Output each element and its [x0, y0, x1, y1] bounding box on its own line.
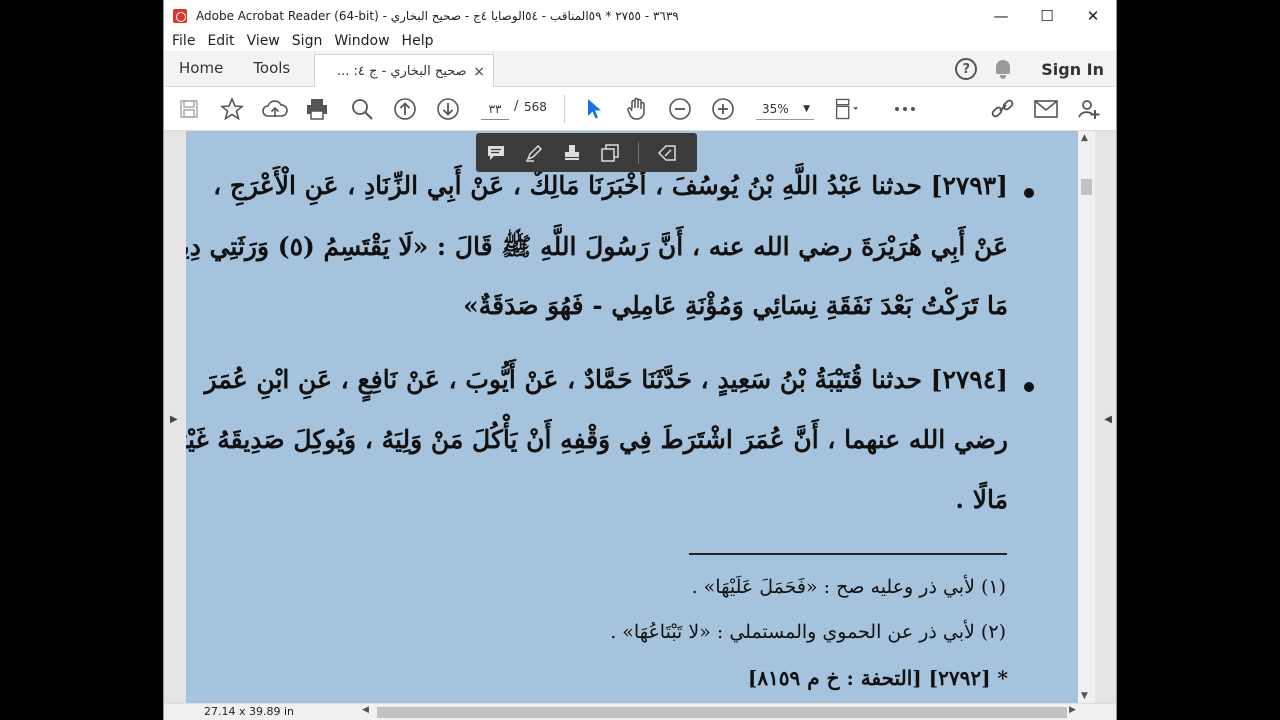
- chevron-down-icon: ▼: [803, 104, 810, 114]
- window-title: ٣٦٣٩ - ٢٧٥٥ * ٥٩المناقب - ٥٤الوصايا ٤ج -…: [196, 8, 679, 23]
- page-separator: /: [514, 99, 519, 114]
- hadith-2794-line-2: رضي الله عنهما ، أَنَّ عُمَرَ اشْتَرَطَ …: [186, 425, 1008, 454]
- print-icon[interactable]: [304, 96, 330, 122]
- page-number-input[interactable]: ٣٣: [481, 98, 509, 120]
- document-tab[interactable]: صحيح البخاري - ج ٤: ... ×: [314, 54, 494, 88]
- next-page-icon[interactable]: [435, 96, 461, 122]
- horizontal-scroll-thumb[interactable]: [377, 707, 1067, 718]
- menu-bar: File Edit View Sign Window Help: [164, 31, 1116, 51]
- expand-right-pane-icon[interactable]: ◀: [1104, 414, 1112, 425]
- title-bar: ٣٦٣٩ - ٢٧٥٥ * ٥٩المناقب - ٥٤الوصايا ٤ج -…: [164, 0, 1116, 31]
- close-tab-icon[interactable]: ×: [473, 64, 485, 80]
- hadith-2793-line-2: عَنْ أَبِي هُرَيْرَةَ رضي الله عنه ، أَن…: [186, 232, 1008, 261]
- footnote-1: (١) لأبي ذر وعليه صح : «فَحَمَلَ عَلَيْه…: [691, 576, 1006, 598]
- main-toolbar: ٣٣ / 568 35% ▼: [164, 87, 1116, 131]
- previous-page-icon[interactable]: [392, 96, 418, 122]
- menu-sign[interactable]: Sign: [292, 33, 323, 49]
- menu-help[interactable]: Help: [402, 33, 434, 49]
- zoom-in-icon[interactable]: [710, 96, 736, 122]
- bookmark-star-icon[interactable]: [219, 96, 245, 122]
- hadith-2793-line-3: مَا تَرَكْتُ بَعْدَ نَفَقَةِ نِسَائِي وَ…: [463, 291, 1008, 320]
- hadith-2793-line-1: [٢٧٩٣] حدثنا عَبْدُ اللَّهِ بْنُ يُوسُفَ…: [213, 171, 1008, 200]
- footnote-2: (٢) لأبي ذر عن الحموي والمستملي : «لا تَ…: [610, 621, 1006, 643]
- menu-view[interactable]: View: [247, 33, 280, 49]
- scroll-down-icon[interactable]: ▼: [1081, 691, 1088, 701]
- hand-tool-icon[interactable]: [624, 96, 650, 122]
- vertical-scroll-thumb[interactable]: [1081, 179, 1092, 195]
- notifications-bell-icon[interactable]: [993, 58, 1013, 80]
- help-icon[interactable]: ?: [955, 58, 978, 80]
- tab-home[interactable]: Home: [164, 50, 238, 86]
- zoom-level-value: 35%: [762, 102, 789, 116]
- email-envelope-icon[interactable]: [1033, 96, 1059, 122]
- menu-window[interactable]: Window: [334, 33, 389, 49]
- status-bar: 27.14 x 39.89 in ◀ ▶: [164, 703, 1116, 720]
- stamp-icon[interactable]: [562, 143, 582, 163]
- vertical-scrollbar[interactable]: ▲ ▼: [1078, 131, 1095, 703]
- pdf-page: [٢٧٩٣] حدثنا عَبْدُ اللَّهِ بْنُ يُوسُفَ…: [186, 131, 1078, 703]
- upload-cloud-icon[interactable]: [262, 96, 288, 122]
- acrobat-app-icon: [173, 8, 187, 23]
- comment-icon[interactable]: [486, 143, 506, 163]
- menu-file[interactable]: File: [172, 33, 195, 49]
- fit-page-icon[interactable]: [834, 96, 860, 122]
- tab-tools[interactable]: Tools: [238, 50, 305, 86]
- scroll-up-icon[interactable]: ▲: [1081, 133, 1088, 143]
- tuhfa-reference: * [٢٧٩٢] [التحفة : خ م ٨١٥٩]: [747, 666, 1008, 690]
- footnote-divider: [689, 553, 1007, 555]
- bullet-2793: [1024, 188, 1034, 198]
- menu-edit[interactable]: Edit: [207, 33, 234, 49]
- acrobat-window: ٣٦٣٩ - ٢٧٥٥ * ٥٩المناقب - ٥٤الوصايا ٤ج -…: [163, 0, 1117, 720]
- add-user-share-icon[interactable]: [1076, 96, 1102, 122]
- tab-row: Home Tools صحيح البخاري - ج ٤: ... × ? S…: [164, 50, 1116, 88]
- document-tab-label: صحيح البخاري - ج ٤: ...: [337, 64, 467, 79]
- highlight-pen-icon[interactable]: [524, 143, 544, 163]
- bullet-2794: [1024, 382, 1034, 392]
- scroll-left-icon[interactable]: ◀: [362, 705, 369, 715]
- zoom-out-icon[interactable]: [667, 96, 693, 122]
- maximize-button[interactable]: ☐: [1024, 0, 1070, 31]
- more-tools-icon[interactable]: [892, 96, 918, 122]
- document-viewport[interactable]: ▶ ◀ [٢٧٩٣] حدثنا عَبْدُ اللَّهِ بْنُ يُو…: [164, 131, 1116, 703]
- expand-left-pane-icon[interactable]: ▶: [170, 414, 178, 425]
- find-search-icon[interactable]: [349, 96, 375, 122]
- page-total: 568: [524, 100, 547, 114]
- toolbar-divider: [564, 95, 565, 123]
- page-dimensions: 27.14 x 39.89 in: [204, 705, 295, 718]
- quick-tools-divider: [638, 141, 639, 164]
- close-window-button[interactable]: ✕: [1070, 0, 1116, 31]
- hadith-2794-line-3: مَالًا .: [955, 485, 1008, 514]
- quick-tools-bar: [476, 133, 697, 172]
- scroll-right-icon[interactable]: ▶: [1069, 705, 1076, 715]
- save-icon[interactable]: [176, 96, 202, 122]
- share-link-icon[interactable]: [990, 96, 1016, 122]
- select-cursor-icon[interactable]: [581, 96, 607, 122]
- zoom-level-select[interactable]: 35% ▼: [756, 98, 814, 120]
- minimize-button[interactable]: —: [978, 0, 1024, 31]
- hadith-2794-line-1: [٢٧٩٤] حدثنا قُتَيْبَةُ بْنُ سَعِيدٍ ، ح…: [204, 365, 1008, 394]
- edit-text-icon[interactable]: [657, 143, 677, 163]
- copy-icon[interactable]: [600, 143, 620, 163]
- sign-in-button[interactable]: Sign In: [1041, 60, 1104, 79]
